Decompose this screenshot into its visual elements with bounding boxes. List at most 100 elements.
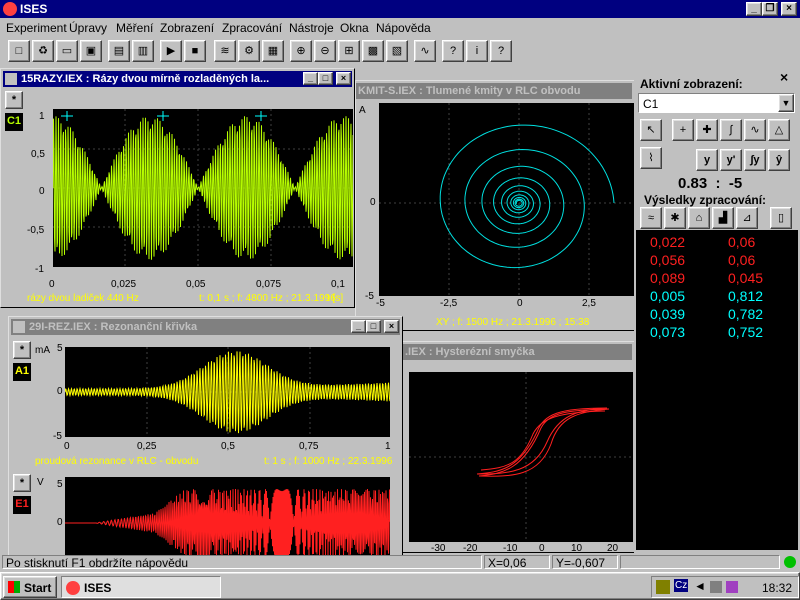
- chevron-down-icon[interactable]: ▼: [778, 94, 794, 112]
- xy-plot-window[interactable]: KMIT-S.IEX : Tlumené kmity v RLC obvodu …: [355, 80, 635, 331]
- menu-experiment[interactable]: Experiment: [6, 21, 67, 35]
- panel-close-icon[interactable]: ×: [780, 69, 788, 85]
- language-indicator[interactable]: Cz: [674, 579, 689, 592]
- minimize-icon[interactable]: _: [746, 2, 762, 16]
- process-icon-5[interactable]: ⊿: [736, 207, 758, 229]
- channel-tag[interactable]: C1: [5, 113, 23, 131]
- integral-y-icon[interactable]: ∫y: [744, 149, 766, 171]
- select-value: C1: [643, 97, 659, 111]
- cursor-icon[interactable]: ↖: [640, 119, 662, 141]
- channel-star[interactable]: *: [13, 341, 31, 359]
- results-list: 0,022 0,06 0,056 0,06 0,089 0,045 0,005 …: [636, 230, 798, 550]
- status-x: X=0,06: [484, 555, 550, 570]
- result-value: 0,812: [728, 288, 764, 304]
- tray-icon[interactable]: [710, 581, 722, 593]
- voltage-plot-area[interactable]: [65, 477, 391, 558]
- integral-icon[interactable]: ∫: [720, 119, 742, 141]
- save-icon[interactable]: ▣: [80, 40, 102, 62]
- zoom-in-icon[interactable]: ⊕: [290, 40, 312, 62]
- process-icon-3[interactable]: ⌂: [688, 207, 710, 229]
- start-measure-icon[interactable]: ▶: [160, 40, 182, 62]
- menu-nastroje[interactable]: Nástroje: [289, 21, 334, 35]
- cross-icon[interactable]: ✚: [696, 119, 718, 141]
- color-grid-icon[interactable]: ▩: [362, 40, 384, 62]
- copy-results-icon[interactable]: ▯: [770, 207, 792, 229]
- volume-icon[interactable]: ◄: [694, 579, 706, 593]
- beats-plot-area[interactable]: [52, 109, 354, 267]
- minimize-icon[interactable]: _: [303, 72, 318, 85]
- recycle-icon[interactable]: ♻: [32, 40, 54, 62]
- voltage-plot: [65, 488, 391, 558]
- y-hat-icon[interactable]: ŷ: [768, 149, 790, 171]
- resonance-plot-area[interactable]: [64, 347, 391, 437]
- menu-okna[interactable]: Okna: [340, 21, 369, 35]
- maximize-icon[interactable]: □: [366, 320, 381, 333]
- close-icon[interactable]: ×: [781, 2, 797, 16]
- xy-plot-area[interactable]: [379, 103, 634, 296]
- x-tick: 0,5: [221, 441, 235, 452]
- resonance-window[interactable]: 29I-REZ.IEX : Rezonanční křivka _ □ × * …: [8, 316, 403, 558]
- triangle-icon[interactable]: △: [768, 119, 790, 141]
- tray-icon[interactable]: [656, 580, 670, 594]
- menu-zpracovani[interactable]: Zpracování: [222, 21, 282, 35]
- process-icon-4[interactable]: ▟: [712, 207, 734, 229]
- caption-left: rázy dvou ladiček 440 Hz: [27, 293, 139, 304]
- system-tray: Cz ◄ 18:32: [651, 576, 799, 598]
- y-icon[interactable]: y: [696, 149, 718, 171]
- channel-star[interactable]: *: [13, 474, 31, 492]
- tile-icon[interactable]: ⊞: [338, 40, 360, 62]
- active-display-select[interactable]: C1 ▼: [638, 93, 795, 113]
- y-prime-icon[interactable]: y': [720, 149, 742, 171]
- taskbar: Start ISES Cz ◄ 18:32: [0, 572, 800, 600]
- menu-zobrazeni[interactable]: Zobrazení: [160, 21, 214, 35]
- process-icon-1[interactable]: ≈: [640, 207, 662, 229]
- close-icon[interactable]: ×: [336, 72, 351, 85]
- help-icon[interactable]: ?: [442, 40, 464, 62]
- x-tick: 0,1: [331, 279, 345, 290]
- preview-icon[interactable]: ▤: [108, 40, 130, 62]
- channel-tag-e1[interactable]: E1: [13, 496, 31, 514]
- result-value: 0,782: [728, 306, 764, 322]
- fit-icon[interactable]: ⌇: [640, 147, 662, 169]
- channel-star[interactable]: *: [5, 91, 23, 109]
- new-icon[interactable]: □: [8, 40, 30, 62]
- wave-icon[interactable]: ∿: [744, 119, 766, 141]
- open-folder-icon[interactable]: ▭: [56, 40, 78, 62]
- minimize-icon[interactable]: _: [351, 320, 366, 333]
- restore-icon[interactable]: ❐: [762, 2, 778, 16]
- signal-icon[interactable]: ∿: [414, 40, 436, 62]
- menu-upravy[interactable]: Úpravy: [69, 21, 107, 35]
- start-button[interactable]: Start: [3, 576, 57, 598]
- maximize-icon[interactable]: □: [318, 72, 333, 85]
- menu-napoveda[interactable]: Nápověda: [376, 21, 431, 35]
- resonance-plot: [64, 347, 391, 437]
- context-help-icon[interactable]: ?: [490, 40, 512, 62]
- settings-icon[interactable]: ⚙: [238, 40, 260, 62]
- info-icon[interactable]: i: [466, 40, 488, 62]
- tray-icon[interactable]: [726, 581, 738, 593]
- hysteresis-window[interactable]: .IEX : Hysterézní smyčka -30 -20 -10 0 1…: [400, 341, 635, 554]
- channel-tag-a1[interactable]: A1: [13, 363, 31, 381]
- close-icon[interactable]: ×: [384, 320, 399, 333]
- x-tick: 0: [49, 279, 55, 290]
- plot-caption: XY ; f: 1500 Hz ; 21.3.1996 ; 15:38: [436, 317, 590, 328]
- crosshair-icon[interactable]: +: [672, 119, 694, 141]
- status-y: Y=-0,607: [552, 555, 618, 570]
- unit-e1: V: [37, 477, 44, 488]
- hysteresis-plot: [409, 372, 633, 542]
- palette-icon[interactable]: ▧: [386, 40, 408, 62]
- chart-options-icon[interactable]: ▦: [262, 40, 284, 62]
- zoom-out-icon[interactable]: ⊖: [314, 40, 336, 62]
- print-icon[interactable]: ▥: [132, 40, 154, 62]
- unit-a1: mA: [35, 345, 50, 356]
- stop-measure-icon[interactable]: ■: [184, 40, 206, 62]
- x-tick: 0,05: [186, 279, 206, 290]
- hysteresis-plot-area[interactable]: [409, 372, 633, 542]
- beats-window[interactable]: 15RAZY.IEX : Rázy dvou mírně rozladěných…: [0, 68, 355, 308]
- graph-icon[interactable]: ≋: [214, 40, 236, 62]
- process-icon-2[interactable]: ✱: [664, 207, 686, 229]
- task-ises[interactable]: ISES: [61, 576, 221, 598]
- menu-mereni[interactable]: Měření: [116, 21, 153, 35]
- x-tick: 0,25: [137, 441, 157, 452]
- x-unit: t [s]: [327, 293, 344, 304]
